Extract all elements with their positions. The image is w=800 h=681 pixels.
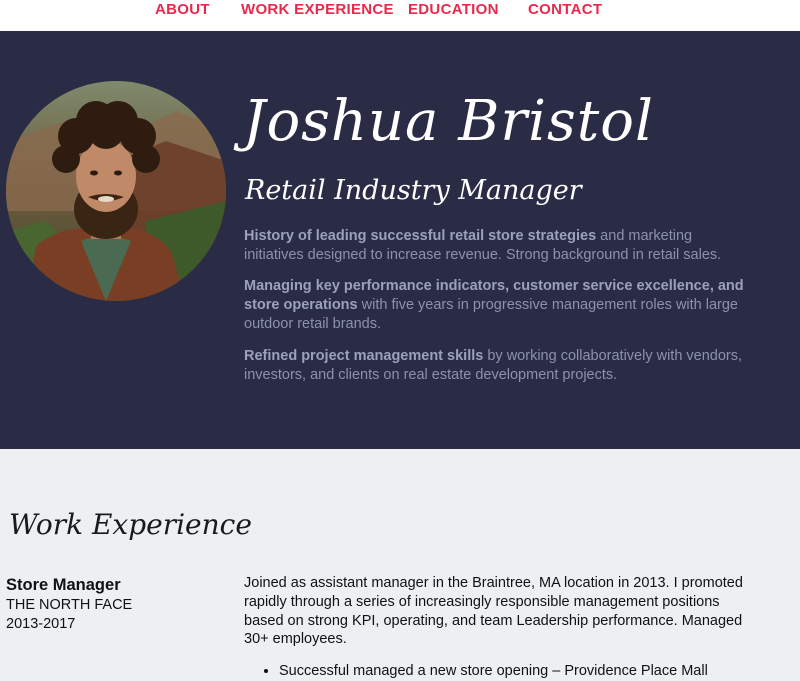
hero-paragraph: History of leading successful retail sto… [244,227,744,265]
profile-photo [6,81,226,301]
nav-link-contact[interactable]: CONTACT [528,1,602,18]
hero-paragraph: Managing key performance indicators, cus… [244,277,744,334]
nav-link-about[interactable]: ABOUT [155,1,210,18]
hero-paragraph-highlight: Refined project management skills [244,348,484,364]
job-company: THE NORTH FACE [6,597,133,613]
top-nav: ABOUT WORK EXPERIENCE EDUCATION CONTACT [0,0,800,31]
profile-job-title: Retail Industry Manager [245,175,582,206]
job-dates: 2013-2017 [6,616,76,632]
section-heading: Work Experience [9,508,252,541]
hero-paragraph: Refined project management skills by wor… [244,347,744,385]
job-description: Joined as assistant manager in the Brain… [244,575,743,648]
hero-paragraph-highlight: History of leading successful retail sto… [244,228,597,244]
job-title: Store Manager [6,576,121,594]
nav-link-work-experience[interactable]: WORK EXPERIENCE [241,1,394,18]
list-item: Successful managed a new store opening –… [279,662,764,681]
hero-section: Joshua Bristol Retail Industry Manager H… [0,31,800,449]
nav-link-education[interactable]: EDUCATION [408,1,499,18]
profile-name: Joshua Bristol [243,89,654,154]
job-achievements-list: Successful managed a new store opening –… [244,662,764,681]
